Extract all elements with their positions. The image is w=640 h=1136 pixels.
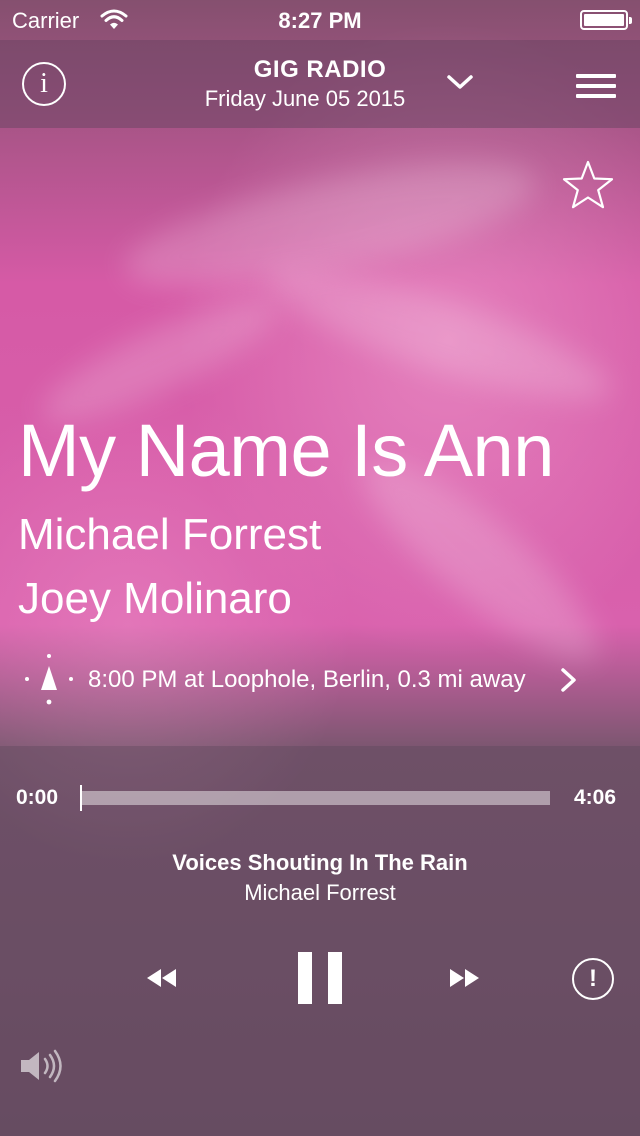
status-bar: Carrier 8:27 PM — [0, 0, 640, 40]
star-icon[interactable] — [560, 158, 616, 214]
progress-handle[interactable] — [80, 785, 82, 811]
compass-icon — [25, 654, 73, 705]
report-button[interactable]: ! — [572, 958, 614, 1000]
elapsed-time: 0:00 — [16, 786, 59, 809]
status-time: 8:27 PM — [278, 8, 362, 33]
menu-icon[interactable] — [576, 74, 616, 98]
artist-name[interactable]: Joey Molinaro — [18, 574, 292, 624]
gig-details: 8:00 PM at Loophole, Berlin, 0.3 mi away — [88, 666, 526, 693]
app-header: i GIG RADIO Friday June 05 2015 — [0, 40, 640, 128]
track-duration: 4:06 — [573, 786, 616, 809]
report-icon: ! — [589, 965, 597, 992]
chevron-down-icon[interactable] — [446, 68, 474, 96]
battery-icon — [580, 10, 632, 30]
station-name: GIG RADIO — [253, 56, 387, 83]
now-playing-artist: Michael Forrest — [244, 880, 396, 905]
artist-name[interactable]: Michael Forrest — [18, 510, 321, 560]
chevron-right-icon — [561, 668, 576, 692]
now-playing-title: Voices Shouting In The Rain — [172, 850, 468, 875]
volume-icon[interactable] — [18, 1048, 64, 1084]
progress-bar[interactable] — [80, 785, 550, 811]
rewind-icon[interactable] — [144, 964, 180, 992]
track-title: My Name Is Ann — [18, 409, 554, 492]
broadcast-date: Friday June 05 2015 — [204, 86, 406, 111]
pause-icon[interactable] — [296, 952, 344, 1004]
player-panel: 0:00 4:06 Voices Shouting In The Rain Mi… — [0, 746, 640, 1136]
gig-info-row[interactable]: 8:00 PM at Loophole, Berlin, 0.3 mi away — [18, 652, 598, 708]
fast-forward-icon[interactable] — [446, 964, 482, 992]
